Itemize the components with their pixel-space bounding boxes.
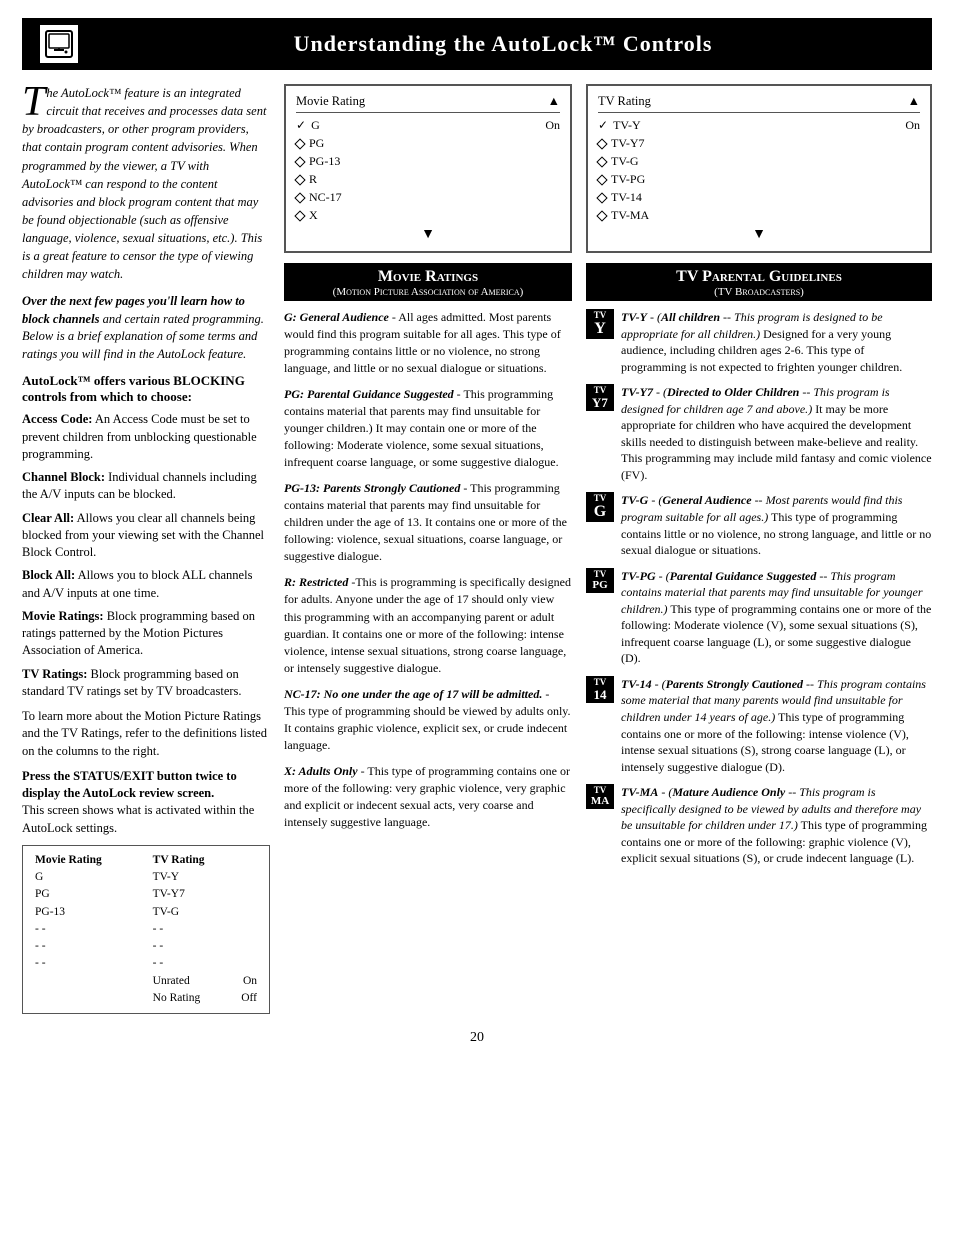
- tv-14-desc: TV-14 - (Parents Strongly Cautioned -- T…: [621, 676, 932, 775]
- movie-pg-item: PG: [296, 136, 560, 151]
- tv-pg-item: TV-PG: [598, 172, 920, 187]
- header-icon: [40, 25, 78, 63]
- unrated-row: UnratedOn: [153, 973, 257, 990]
- movie-screen-box: Movie Rating ▲ ✓ G On PG PG-13 R: [284, 84, 572, 253]
- tv-g-item: TV-G: [598, 154, 920, 169]
- review-screen-box: Movie Rating TV Rating G TV-Y PG TV-Y7 P…: [22, 845, 270, 1014]
- page-title: Understanding the AutoLock™ Controls: [92, 31, 914, 57]
- tv-g-desc: TV-G - (General Audience -- Most parents…: [621, 492, 932, 558]
- intro-text: The AutoLock™ feature is an integrated c…: [22, 84, 270, 283]
- learn-more-section: To learn more about the Motion Picture R…: [22, 708, 270, 760]
- movie-g-item: ✓ G On: [296, 118, 560, 133]
- movie-pg: PG: [31, 886, 149, 903]
- blocking-title: AutoLock™ offers various BLOCKING contro…: [22, 373, 270, 405]
- term-access-code: Access Code: An Access Code must be set …: [22, 411, 270, 463]
- right-column: TV Rating ▲ ✓ TV-Y On TV-Y7 TV-G TV-PG: [586, 84, 932, 876]
- tv-screen-box: TV Rating ▲ ✓ TV-Y On TV-Y7 TV-G TV-PG: [586, 84, 932, 253]
- movie-g: G: [31, 869, 149, 886]
- tv-down-arrow: ▼: [598, 227, 920, 243]
- status-section: Press the STATUS/EXIT button twice to di…: [22, 768, 270, 837]
- tv-y-item: ✓ TV-Y On: [598, 118, 920, 133]
- tv-y-block: TV Y TV-Y - (All children -- This progra…: [586, 309, 932, 375]
- tv-ma-desc: TV-MA - (Mature Audience Only -- This pr…: [621, 784, 932, 867]
- rating-pg13-desc: PG-13: Parents Strongly Cautioned - This…: [284, 480, 572, 565]
- movie-r-item: R: [296, 172, 560, 187]
- tv-dash3: - -: [149, 955, 261, 972]
- tv-y7-block: TV Y7 TV-Y7 - (Directed to Older Childre…: [586, 384, 932, 483]
- tv-14-item: TV-14: [598, 190, 920, 205]
- tv-ma-item: TV-MA: [598, 208, 920, 223]
- term-clear-all: Clear All: Allows you clear all channels…: [22, 510, 270, 562]
- tv-y7-desc: TV-Y7 - (Directed to Older Children -- T…: [621, 384, 932, 483]
- tv-dash1: - -: [149, 921, 261, 938]
- tv-y-desc: TV-Y - (All children -- This program is …: [621, 309, 932, 375]
- tv-g-block: TV G TV-G - (General Audience -- Most pa…: [586, 492, 932, 558]
- tv-g: TV-G: [149, 904, 261, 921]
- left-column: The AutoLock™ feature is an integrated c…: [22, 84, 270, 1014]
- movie-nc17-item: NC-17: [296, 190, 560, 205]
- tv-parental-header: TV Parental Guidelines (TV Broadcasters): [586, 263, 932, 301]
- blocking-section: AutoLock™ offers various BLOCKING contro…: [22, 373, 270, 700]
- tv-g-badge: TV G: [586, 492, 614, 522]
- next-pages-text: Over the next few pages you'll learn how…: [22, 293, 270, 363]
- tv-rating-header: TV Rating: [153, 854, 205, 866]
- movie-dash1: - -: [31, 921, 149, 938]
- term-movie-ratings: Movie Ratings: Block programming based o…: [22, 608, 270, 660]
- tv-y7-item: TV-Y7: [598, 136, 920, 151]
- main-layout: The AutoLock™ feature is an integrated c…: [22, 84, 932, 1014]
- tv-14-badge: TV 14: [586, 676, 614, 703]
- rating-nc17-desc: NC-17: No one under the age of 17 will b…: [284, 686, 572, 754]
- center-column: Movie Rating ▲ ✓ G On PG PG-13 R: [284, 84, 572, 840]
- movie-pg13-item: PG-13: [296, 154, 560, 169]
- term-block-all: Block All: Allows you to block ALL chann…: [22, 567, 270, 602]
- movie-down-arrow: ▼: [296, 227, 560, 243]
- drop-cap: T: [22, 86, 45, 120]
- movie-x-item: X: [296, 208, 560, 223]
- movie-screen-title: Movie Rating ▲: [296, 94, 560, 113]
- movie-ratings-header: Movie Ratings (Motion Picture Associatio…: [284, 263, 572, 301]
- tv-14-block: TV 14 TV-14 - (Parents Strongly Cautione…: [586, 676, 932, 775]
- term-tv-ratings: TV Ratings: Block programming based on s…: [22, 666, 270, 701]
- movie-dash3: - -: [31, 955, 149, 972]
- tv-y-badge: TV Y: [586, 309, 614, 339]
- movie-pg13: PG-13: [31, 904, 149, 921]
- rating-r-desc: R: Restricted -This is programming is sp…: [284, 574, 572, 676]
- tv-dash2: - -: [149, 938, 261, 955]
- tv-y7: TV-Y7: [149, 886, 261, 903]
- rating-pg-desc: PG: Parental Guidance Suggested - This p…: [284, 386, 572, 471]
- rating-x-desc: X: Adults Only - This type of programmin…: [284, 763, 572, 831]
- term-channel-block: Channel Block: Individual channels inclu…: [22, 469, 270, 504]
- tv-screen-title: TV Rating ▲: [598, 94, 920, 113]
- movie-rating-header: Movie Rating: [35, 854, 102, 866]
- tv-y: TV-Y: [149, 869, 261, 886]
- tv-ma-badge: TV MA: [586, 784, 614, 809]
- tv-ma-block: TV MA TV-MA - (Mature Audience Only -- T…: [586, 784, 932, 867]
- tv-pg-desc: TV-PG - (Parental Guidance Suggested -- …: [621, 568, 932, 667]
- tv-pg-badge: TV PG: [586, 568, 614, 593]
- no-rating-row: No RatingOff: [153, 990, 257, 1007]
- rating-g-desc: G: General Audience - All ages admitted.…: [284, 309, 572, 377]
- tv-pg-block: TV PG TV-PG - (Parental Guidance Suggest…: [586, 568, 932, 667]
- tv-y7-badge: TV Y7: [586, 384, 614, 411]
- page-number: 20: [22, 1030, 932, 1046]
- page-header: Understanding the AutoLock™ Controls: [22, 18, 932, 70]
- movie-dash2: - -: [31, 938, 149, 955]
